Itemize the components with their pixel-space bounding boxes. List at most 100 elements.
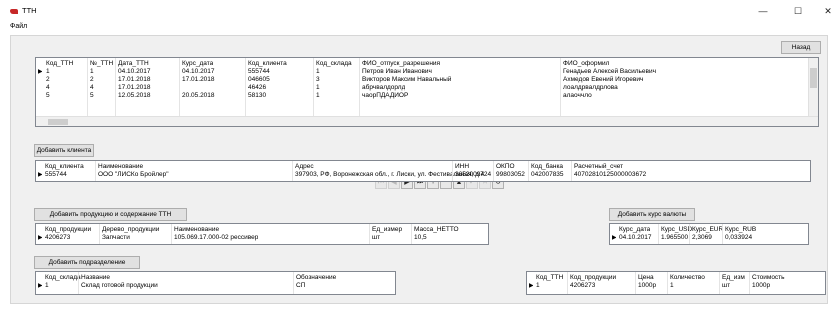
table-cell[interactable]: 17.01.2018 xyxy=(182,76,215,84)
column-header[interactable]: Код_клиента xyxy=(45,163,84,171)
table-cell[interactable]: Викторов Максим Навальный xyxy=(362,76,451,84)
table-cell[interactable]: 2 xyxy=(46,76,50,84)
column-header[interactable]: Курс_дата xyxy=(619,226,650,234)
warehouse-grid[interactable]: Код_складаНазвание Обозначение ▶1 Склад гот… xyxy=(35,271,396,295)
table-cell[interactable]: 12.05.2018 xyxy=(118,92,151,100)
table-cell[interactable]: Генадьев Алексей Васильевич xyxy=(563,68,656,76)
column-header[interactable]: Код_склада xyxy=(45,274,81,282)
table-cell[interactable]: 4206273 xyxy=(570,282,595,290)
column-header[interactable]: Код_продукции xyxy=(45,226,91,234)
table-row[interactable]: ▶4206273 Запчасти 105.069.17.000-02 рессив… xyxy=(36,234,488,242)
column-header[interactable]: Наименование xyxy=(174,226,219,234)
table-cell[interactable]: 4 xyxy=(90,84,94,92)
vertical-scrollbar[interactable] xyxy=(808,58,818,118)
table-cell[interactable]: 1 xyxy=(90,68,94,76)
add-warehouse-button[interactable]: Добавить подразделение xyxy=(34,256,140,269)
client-grid[interactable]: Код_клиента Наименование Адрес ИНН ОКПО Код_б… xyxy=(35,160,811,182)
table-row[interactable]: ▶1 Склад готовой продукции СП xyxy=(36,282,395,290)
column-header[interactable]: Цена xyxy=(638,274,654,282)
column-header[interactable]: Количество xyxy=(670,274,705,282)
add-currency-rate-button[interactable]: Добавить курс валюты xyxy=(609,208,695,221)
column-header[interactable]: ФИО_оформил xyxy=(563,60,609,68)
scrollbar-thumb[interactable] xyxy=(48,119,68,125)
table-cell[interactable]: 4206273 xyxy=(45,234,70,242)
table-cell[interactable]: 46426 xyxy=(248,84,266,92)
column-header[interactable]: Стоимость xyxy=(752,274,785,282)
column-header[interactable]: №_ТТН xyxy=(90,60,113,68)
menu-file[interactable]: Файл xyxy=(10,23,27,30)
table-cell[interactable]: шт xyxy=(722,282,730,290)
table-cell[interactable]: 04.10.2017 xyxy=(118,68,151,76)
table-row[interactable]: 2 2 17.01.2018 17.01.2018 046605 3 Викторов Ма… xyxy=(36,76,818,84)
table-cell[interactable]: 2,3069 xyxy=(692,234,712,242)
column-header[interactable]: Курс_USD xyxy=(661,226,692,234)
column-header[interactable]: Адрес xyxy=(295,163,314,171)
table-row[interactable]: ▶ 1 1 04.10.2017 04.10.2017 555744 1 Петров Ива… xyxy=(36,68,818,76)
table-cell[interactable]: 5 xyxy=(46,92,50,100)
column-header[interactable]: ФИО_отпуск_разрешения xyxy=(362,60,440,68)
table-cell[interactable]: 3652009724 xyxy=(455,171,491,179)
table-cell[interactable]: 0,033924 xyxy=(725,234,752,242)
table-cell[interactable]: 555744 xyxy=(248,68,270,76)
table-cell[interactable]: 99803052 xyxy=(496,171,525,179)
minimize-button[interactable]: — xyxy=(753,4,773,18)
table-cell[interactable]: 5 xyxy=(90,92,94,100)
table-cell[interactable]: 20.05.2018 xyxy=(182,92,215,100)
column-header[interactable]: Расчетный_счет xyxy=(574,163,623,171)
table-cell[interactable]: 105.069.17.000-02 рессивер xyxy=(174,234,258,242)
table-row[interactable]: ▶04.10.2017 1.965500 2,3069 0,033924 xyxy=(610,234,808,242)
column-header[interactable]: Обозначение xyxy=(296,274,336,282)
table-cell[interactable]: 17.01.2018 xyxy=(118,84,151,92)
table-cell[interactable]: 1 xyxy=(316,68,320,76)
ttn-content-grid[interactable]: Код_ТТН Код_продукции Цена Количество Ед_изм… xyxy=(526,271,826,295)
column-header[interactable]: Код_клиента xyxy=(248,60,287,68)
add-product-button[interactable]: Добавить продукцию и содержание ТТН xyxy=(34,208,187,221)
back-button[interactable]: Назад xyxy=(781,41,821,54)
table-cell[interactable]: 1 xyxy=(536,282,540,290)
scrollbar-thumb[interactable] xyxy=(810,68,817,88)
table-cell[interactable]: чаорПДАДИОР xyxy=(362,92,408,100)
column-header[interactable]: Ед_измер xyxy=(372,226,402,234)
close-button[interactable]: ✕ xyxy=(818,4,838,18)
column-header[interactable]: Название xyxy=(81,274,110,282)
column-header[interactable]: Курс_RUB xyxy=(725,226,756,234)
table-cell[interactable]: 042007835 xyxy=(531,171,564,179)
column-header[interactable]: Наименование xyxy=(98,163,143,171)
column-header[interactable]: Курс_EUR xyxy=(692,226,723,234)
column-header[interactable]: ИНН xyxy=(455,163,469,171)
table-row[interactable]: 4 4 17.01.2018 46426 1 абрчвалдорлд лоалдрвалд… xyxy=(36,84,818,92)
table-cell[interactable]: 046605 xyxy=(248,76,270,84)
column-header[interactable]: Код_банка xyxy=(531,163,563,171)
table-cell[interactable]: 4 xyxy=(46,84,50,92)
table-cell[interactable]: 1 xyxy=(670,282,674,290)
table-cell[interactable]: Склад готовой продукции xyxy=(81,282,158,290)
column-header[interactable]: Масса_НЕТТО xyxy=(414,226,459,234)
column-header[interactable]: Код_ТТН xyxy=(536,274,563,282)
column-header[interactable]: Дата_ТТН xyxy=(118,60,149,68)
table-cell[interactable]: 1.965500 xyxy=(661,234,688,242)
table-cell[interactable]: 04.10.2017 xyxy=(619,234,652,242)
add-client-button[interactable]: Добавить клиента xyxy=(34,144,94,157)
table-cell[interactable]: Ахмедов Евений Игоревич xyxy=(563,76,643,84)
column-header[interactable]: Код_ТТН xyxy=(46,60,73,68)
table-cell[interactable]: 40702810125000003672 xyxy=(574,171,646,179)
table-cell[interactable]: 58130 xyxy=(248,92,266,100)
ttn-grid[interactable]: Код_ТТН №_ТТН Дата_ТТН Курс_дата Код_клиента… xyxy=(35,57,819,127)
column-header[interactable]: Код_склада xyxy=(316,60,352,68)
horizontal-scrollbar[interactable] xyxy=(36,116,818,126)
table-cell[interactable]: 1 xyxy=(316,92,320,100)
table-cell[interactable]: 17.01.2018 xyxy=(118,76,151,84)
table-cell[interactable]: ООО "ЛИСКо Бройлер" xyxy=(98,171,169,179)
table-cell[interactable]: 2 xyxy=(90,76,94,84)
column-header[interactable]: Ед_изм xyxy=(722,274,745,282)
table-cell[interactable]: 1 xyxy=(45,282,49,290)
table-cell[interactable]: 10,5 xyxy=(414,234,427,242)
column-header[interactable]: ОКПО xyxy=(496,163,515,171)
table-cell[interactable]: 1000р xyxy=(752,282,770,290)
table-cell[interactable]: 1000р xyxy=(638,282,656,290)
table-cell[interactable]: Запчасти xyxy=(102,234,130,242)
table-cell[interactable]: 1 xyxy=(46,68,50,76)
table-row[interactable]: ▶555744ООО "ЛИСКо Бройлер"397903, РФ, Во… xyxy=(36,171,810,179)
table-cell[interactable]: 1 xyxy=(316,84,320,92)
table-cell[interactable]: лоалдрвалдрлова xyxy=(563,84,618,92)
